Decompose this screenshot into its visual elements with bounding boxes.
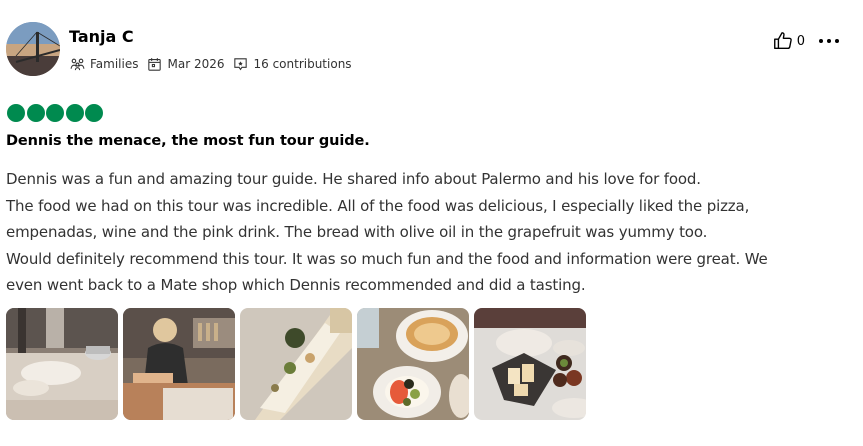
photo-bread-basket xyxy=(474,308,586,420)
rating-bubble xyxy=(7,104,25,122)
review-line: empenadas, wine and the pink drink. The … xyxy=(6,223,708,241)
helpful-count: 0 xyxy=(796,33,805,49)
review-photo[interactable] xyxy=(6,308,118,420)
rating-bubble xyxy=(65,104,84,122)
reviewer-meta: Families Mar 2026 16 contributions xyxy=(69,55,360,73)
contributions: 16 contributions xyxy=(232,56,352,73)
review-date: Mar 2026 xyxy=(146,56,224,73)
review-line: Would definitely recommend this tour. It… xyxy=(6,249,768,268)
photo-olives-bread xyxy=(357,308,469,420)
photo-pizza-slice xyxy=(240,308,352,420)
helpful-button[interactable]: 0 xyxy=(772,30,805,52)
contributions-icon xyxy=(234,57,248,70)
review-line: even went back to a Mate shop which Denn… xyxy=(6,276,586,294)
rating-bubbles xyxy=(7,104,105,122)
reviewer-avatar[interactable] xyxy=(6,22,60,76)
more-options-button[interactable] xyxy=(819,30,839,52)
trip-type: Families xyxy=(69,56,138,73)
review-photos xyxy=(6,308,591,420)
thumbs-up-icon xyxy=(773,32,792,50)
family-icon xyxy=(70,58,85,70)
avatar-image xyxy=(6,22,60,76)
more-options-icon-dot xyxy=(819,39,823,43)
rating-bubble xyxy=(85,104,103,122)
contributions-label: 16 contributions xyxy=(253,57,352,71)
review-line: The food we had on this tour was incredi… xyxy=(6,196,750,215)
rating-bubble xyxy=(26,104,45,122)
review-photo[interactable] xyxy=(357,308,469,420)
more-options-icon-dot xyxy=(827,39,831,43)
photo-guide-kitchen xyxy=(123,308,235,420)
calendar-icon xyxy=(148,57,162,71)
more-options-icon-dot xyxy=(835,39,839,43)
review-photo[interactable] xyxy=(240,308,352,420)
rating-bubble xyxy=(46,104,64,122)
review-line: Dennis was a fun and amazing tour guide.… xyxy=(6,170,701,188)
review-actions: 0 xyxy=(772,30,839,52)
review-photo[interactable] xyxy=(123,308,235,420)
trip-type-label: Families xyxy=(90,57,139,71)
review-photo[interactable] xyxy=(474,308,586,420)
photo-dough-table xyxy=(6,308,118,420)
reviewer-name[interactable]: Tanja C xyxy=(69,27,134,46)
review-date-label: Mar 2026 xyxy=(167,57,225,71)
review-title: Dennis the menace, the most fun tour gui… xyxy=(6,133,370,149)
review-body: Dennis was a fun and amazing tour guide.… xyxy=(6,166,851,299)
